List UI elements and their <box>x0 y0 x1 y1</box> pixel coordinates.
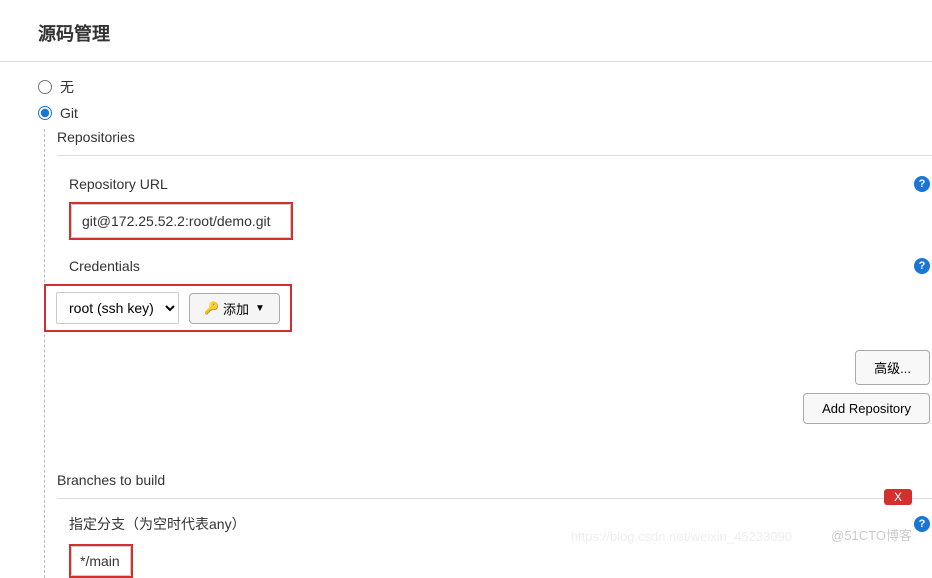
credentials-select[interactable]: root (ssh key) <box>56 292 179 324</box>
help-icon[interactable]: ? <box>914 258 930 274</box>
advanced-button[interactable]: 高级... <box>855 350 930 385</box>
highlight-branch <box>69 544 133 578</box>
watermark-url: https://blog.csdn.net/weixin_45233090 <box>571 529 792 544</box>
branch-input[interactable] <box>71 546 131 576</box>
credentials-label: Credentials <box>69 258 140 274</box>
key-icon: 🔑 <box>204 301 219 315</box>
chevron-down-icon: ▼ <box>255 303 265 314</box>
repo-url-label: Repository URL <box>69 176 168 192</box>
branches-label: Branches to build <box>57 472 932 488</box>
branch-spec-label: 指定分支（为空时代表any） <box>69 514 246 534</box>
scm-git-radio[interactable] <box>38 106 52 120</box>
section-title: 源码管理 <box>38 20 932 46</box>
help-icon[interactable]: ? <box>914 516 930 532</box>
add-button-label: 添加 <box>223 299 249 318</box>
delete-branch-button[interactable]: X <box>884 489 912 505</box>
repo-url-input[interactable] <box>71 204 291 238</box>
scm-none-option[interactable]: 无 <box>38 77 932 97</box>
repositories-label: Repositories <box>57 129 932 145</box>
section-divider <box>0 61 932 62</box>
add-repository-button[interactable]: Add Repository <box>803 393 930 424</box>
scm-git-option[interactable]: Git <box>38 105 932 121</box>
add-credentials-button[interactable]: 🔑 添加 ▼ <box>189 293 280 324</box>
watermark-text: @51CTO博客 <box>831 525 912 544</box>
scm-git-label: Git <box>60 105 78 121</box>
scm-none-label: 无 <box>60 77 74 97</box>
highlight-credentials: root (ssh key) 🔑 添加 ▼ <box>44 284 292 332</box>
highlight-repo-url <box>69 202 293 240</box>
help-icon[interactable]: ? <box>914 176 930 192</box>
scm-none-radio[interactable] <box>38 80 52 94</box>
